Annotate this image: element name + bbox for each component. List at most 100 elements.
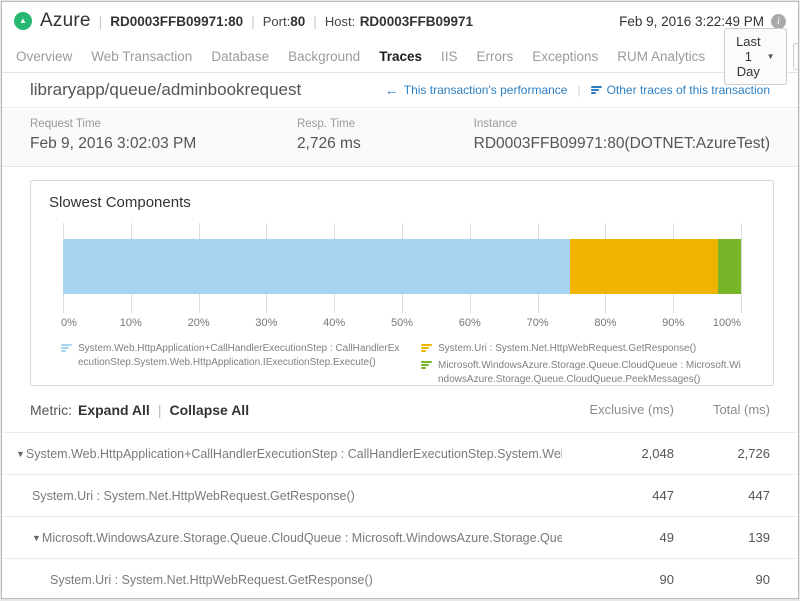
tick-label: 0% (61, 317, 77, 329)
app-health-icon: ▲ (14, 12, 32, 30)
tab-iis[interactable]: IIS (441, 49, 458, 64)
exclusive-ms-value: 49 (562, 530, 674, 545)
total-ms-value: 139 (674, 530, 770, 545)
metric-divider: | (158, 402, 162, 418)
legend-bars-icon-green (421, 361, 432, 369)
instance-value: RD0003FFB09971:80(DOTNET:AzureTest) (474, 135, 770, 153)
resp-time-value: 2,726 ms (297, 135, 474, 153)
chart-legend: System.Web.HttpApplication+CallHandlerEx… (61, 342, 743, 390)
host-value: RD0003FFB09971 (360, 14, 473, 29)
header-separator: | (99, 13, 103, 29)
tick-label: 50% (391, 317, 413, 329)
info-icon[interactable]: i (771, 14, 786, 29)
table-row[interactable]: System.Uri : System.Net.HttpWebRequest.G… (2, 558, 798, 599)
request-time-value: Feb 9, 2016 3:02:03 PM (30, 135, 297, 153)
app-name[interactable]: Azure (40, 10, 91, 32)
legend-label: Microsoft.WindowsAzure.Storage.Queue.Clo… (438, 359, 743, 387)
menu-button[interactable]: ≡ (793, 43, 799, 70)
time-range-label: Last 1 Day (736, 34, 761, 79)
metric-name: System.Uri : System.Net.HttpWebRequest.G… (50, 573, 373, 587)
transaction-performance-link[interactable]: ← This transaction's performance (385, 83, 568, 97)
x-axis-ticks: 0% 10% 20% 30% 40% 50% 60% 70% 80% 90% 1… (63, 317, 741, 332)
collapse-all-button[interactable]: Collapse All (169, 402, 249, 418)
host-label: Host: (325, 14, 355, 29)
back-arrow-icon: ← (385, 83, 399, 97)
chart-title: Slowest Components (31, 181, 773, 211)
legend-item-httpapplication: System.Web.HttpApplication+CallHandlerEx… (61, 342, 403, 370)
request-time-label: Request Time (30, 118, 297, 130)
tick-label: 30% (255, 317, 277, 329)
metric-name: System.Web.HttpApplication+CallHandlerEx… (26, 447, 562, 461)
stacked-bar-chart (63, 213, 741, 313)
instance-field: Instance RD0003FFB09971:80(DOTNET:AzureT… (474, 118, 770, 166)
tick-label: 20% (188, 317, 210, 329)
metric-label: Metric: (30, 402, 72, 418)
table-row[interactable]: ▼ Microsoft.WindowsAzure.Storage.Queue.C… (2, 516, 798, 558)
metric-table-header: Metric: Expand All | Collapse All Exclus… (2, 387, 798, 432)
tab-errors[interactable]: Errors (477, 49, 514, 64)
legend-bars-icon-yellow (421, 344, 432, 352)
tab-overview[interactable]: Overview (16, 49, 72, 64)
trace-list-icon (591, 86, 602, 94)
page-title: libraryapp/queue/adminbookrequest (30, 80, 301, 100)
tick-label: 70% (527, 317, 549, 329)
chevron-down-icon: ▼ (767, 52, 775, 61)
trace-metric-table: ▼ System.Web.HttpApplication+CallHandler… (2, 432, 798, 599)
exclusive-ms-value: 447 (562, 488, 674, 503)
legend-item-getresponse: System.Uri : System.Net.HttpWebRequest.G… (421, 342, 743, 356)
legend-bars-icon-blue (61, 344, 72, 352)
instance-name: RD0003FFB09971:80 (110, 14, 243, 29)
table-row[interactable]: ▼ System.Web.HttpApplication+CallHandler… (2, 432, 798, 474)
metric-name: Microsoft.WindowsAzure.Storage.Queue.Clo… (42, 531, 562, 545)
slowest-components-card: Slowest Components 0% 10% 20% 30% 40% 50… (30, 180, 774, 386)
other-traces-label: Other traces of this transaction (607, 83, 770, 97)
tab-web-transaction[interactable]: Web Transaction (91, 49, 192, 64)
legend-label: System.Web.HttpApplication+CallHandlerEx… (78, 342, 403, 370)
link-separator: | (577, 83, 580, 97)
tick-label: 40% (323, 317, 345, 329)
total-ms-value: 90 (674, 572, 770, 587)
legend-label: System.Uri : System.Net.HttpWebRequest.G… (438, 342, 696, 356)
expand-all-button[interactable]: Expand All (78, 402, 150, 418)
header-separator: | (313, 13, 317, 29)
column-header-exclusive: Exclusive (ms) (562, 402, 674, 417)
tick-label: 60% (459, 317, 481, 329)
total-ms-value: 2,726 (674, 446, 770, 461)
collapse-caret-icon[interactable]: ▼ (16, 449, 25, 459)
bar-segment-cloudqueue[interactable] (718, 239, 741, 294)
other-traces-link[interactable]: Other traces of this transaction (591, 83, 770, 97)
tick-label: 90% (662, 317, 684, 329)
app-window: ▲ Azure | RD0003FFB09971:80 | Port:80 | … (1, 1, 799, 599)
legend-item-cloudqueue: Microsoft.WindowsAzure.Storage.Queue.Clo… (421, 359, 743, 387)
port-value: 80 (290, 14, 305, 29)
column-header-total: Total (ms) (674, 402, 770, 417)
trace-summary: Request Time Feb 9, 2016 3:02:03 PM Resp… (2, 109, 798, 167)
tab-database[interactable]: Database (211, 49, 269, 64)
tick-label: 100% (713, 317, 741, 329)
current-timestamp: Feb 9, 2016 3:22:49 PM (619, 14, 764, 29)
app-header: ▲ Azure | RD0003FFB09971:80 | Port:80 | … (2, 2, 798, 40)
total-ms-value: 447 (674, 488, 770, 503)
tab-background[interactable]: Background (288, 49, 360, 64)
tick-label: 80% (594, 317, 616, 329)
component-time-bar (63, 239, 741, 294)
tick-label: 10% (120, 317, 142, 329)
tab-traces[interactable]: Traces (379, 49, 422, 64)
header-separator: | (251, 13, 255, 29)
resp-time-label: Resp. Time (297, 118, 474, 130)
instance-label: Instance (474, 118, 770, 130)
port-label: Port: (263, 14, 290, 29)
nav-tabs: Overview Web Transaction Database Backgr… (2, 40, 798, 73)
exclusive-ms-value: 2,048 (562, 446, 674, 461)
tab-rum-analytics[interactable]: RUM Analytics (617, 49, 705, 64)
tab-exceptions[interactable]: Exceptions (532, 49, 598, 64)
resp-time-field: Resp. Time 2,726 ms (297, 118, 474, 166)
metric-name: System.Uri : System.Net.HttpWebRequest.G… (32, 489, 355, 503)
bar-segment-getresponse[interactable] (570, 239, 718, 294)
collapse-caret-icon[interactable]: ▼ (32, 533, 41, 543)
transaction-performance-label: This transaction's performance (404, 83, 568, 97)
table-row[interactable]: System.Uri : System.Net.HttpWebRequest.G… (2, 474, 798, 516)
bar-segment-httpapplication[interactable] (63, 239, 570, 294)
request-time-field: Request Time Feb 9, 2016 3:02:03 PM (30, 118, 297, 166)
exclusive-ms-value: 90 (562, 572, 674, 587)
